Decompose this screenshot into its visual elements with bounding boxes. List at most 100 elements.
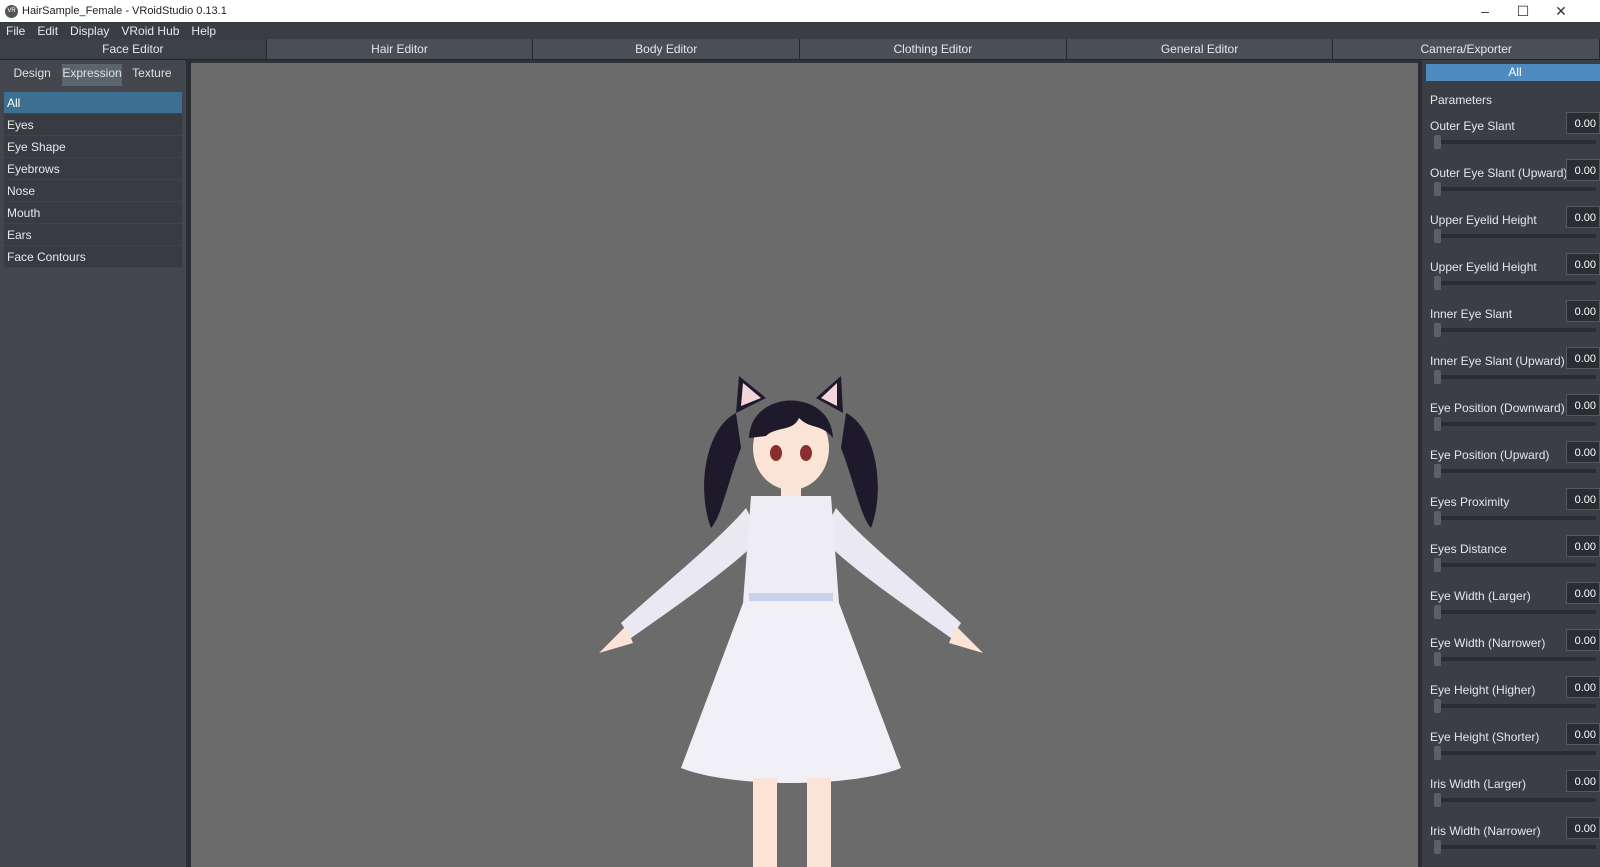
menu-display[interactable]: Display — [64, 24, 115, 38]
param-slider[interactable] — [1434, 417, 1596, 431]
category-list: All Eyes Eye Shape Eyebrows Nose Mouth Ears Fac… — [4, 92, 182, 268]
slider-thumb[interactable] — [1434, 323, 1441, 337]
slider-thumb[interactable] — [1434, 276, 1441, 290]
slider-thumb[interactable] — [1434, 135, 1441, 149]
param-row: Outer Eye Slant 0.00 — [1422, 109, 1600, 156]
menu-file[interactable]: File — [0, 24, 31, 38]
slider-thumb[interactable] — [1434, 558, 1441, 572]
param-slider[interactable] — [1434, 652, 1596, 666]
menu-vroid-hub[interactable]: VRoid Hub — [115, 24, 185, 38]
param-label: Iris Width (Larger) — [1430, 777, 1527, 791]
slider-thumb[interactable] — [1434, 605, 1441, 619]
category-eyes[interactable]: Eyes — [4, 114, 182, 136]
param-value-input[interactable]: 0.00 — [1566, 300, 1600, 322]
tab-clothing-editor[interactable]: Clothing Editor — [800, 39, 1066, 59]
slider-thumb[interactable] — [1434, 370, 1441, 384]
slider-thumb[interactable] — [1434, 417, 1441, 431]
subtab-design[interactable]: Design — [4, 64, 60, 86]
right-panel: All Parameters Outer Eye Slant 0.00 Outer … — [1418, 60, 1600, 867]
param-value-input[interactable]: 0.00 — [1566, 347, 1600, 369]
param-value-input[interactable]: 0.00 — [1566, 441, 1600, 463]
minimize-icon[interactable]: – — [1466, 0, 1504, 22]
param-label: Eye Width (Narrower) — [1430, 636, 1546, 650]
subtab-texture[interactable]: Texture — [124, 64, 180, 86]
param-value-input[interactable]: 0.00 — [1566, 488, 1600, 510]
param-label: Upper Eyelid Height — [1430, 260, 1537, 274]
slider-thumb[interactable] — [1434, 652, 1441, 666]
param-value-input[interactable]: 0.00 — [1566, 817, 1600, 839]
param-slider[interactable] — [1434, 276, 1596, 290]
slider-thumb[interactable] — [1434, 793, 1441, 807]
maximize-icon[interactable]: ☐ — [1504, 0, 1542, 22]
param-row: Upper Eyelid Height 0.00 — [1422, 203, 1600, 250]
param-row: Eye Width (Narrower) 0.00 — [1422, 626, 1600, 673]
slider-thumb[interactable] — [1434, 182, 1441, 196]
menu-edit[interactable]: Edit — [31, 24, 64, 38]
tab-body-editor[interactable]: Body Editor — [533, 39, 800, 59]
param-slider[interactable] — [1434, 464, 1596, 478]
app-icon: VR — [5, 4, 18, 18]
param-value-input[interactable]: 0.00 — [1566, 253, 1600, 275]
param-label: Eye Position (Downward) — [1430, 401, 1565, 415]
param-label: Eyes Distance — [1430, 542, 1507, 556]
tab-camera-exporter[interactable]: Camera/Exporter — [1333, 39, 1600, 59]
slider-thumb[interactable] — [1434, 229, 1441, 243]
param-value-input[interactable]: 0.00 — [1566, 582, 1600, 604]
3d-viewport[interactable] — [191, 63, 1418, 867]
param-slider[interactable] — [1434, 793, 1596, 807]
editor-tabs: Face Editor Hair Editor Body Editor Clothin… — [0, 39, 1600, 60]
left-panel: Design Expression Texture All Eyes Eye Shape… — [0, 60, 186, 867]
tab-general-editor[interactable]: General Editor — [1066, 39, 1333, 59]
param-slider[interactable] — [1434, 370, 1596, 384]
filter-tab-all[interactable]: All — [1426, 64, 1600, 81]
slider-thumb[interactable] — [1434, 464, 1441, 478]
param-slider[interactable] — [1434, 605, 1596, 619]
subtab-expression[interactable]: Expression — [62, 64, 122, 86]
category-mouth[interactable]: Mouth — [4, 202, 182, 224]
category-all[interactable]: All — [4, 92, 182, 114]
param-label: Inner Eye Slant (Upward) — [1430, 354, 1565, 368]
param-slider[interactable] — [1434, 229, 1596, 243]
slider-thumb[interactable] — [1434, 699, 1441, 713]
slider-thumb[interactable] — [1434, 840, 1441, 854]
param-value-input[interactable]: 0.00 — [1566, 629, 1600, 651]
param-label: Inner Eye Slant — [1430, 307, 1513, 321]
param-value-input[interactable]: 0.00 — [1566, 112, 1600, 134]
param-slider[interactable] — [1434, 840, 1596, 854]
param-value-input[interactable]: 0.00 — [1566, 159, 1600, 181]
param-row: Eye Position (Upward) 0.00 — [1422, 438, 1600, 485]
close-icon[interactable]: ✕ — [1542, 0, 1580, 22]
param-label: Eye Height (Shorter) — [1430, 730, 1540, 744]
category-eye-shape[interactable]: Eye Shape — [4, 136, 182, 158]
category-eyebrows[interactable]: Eyebrows — [4, 158, 182, 180]
window-title: HairSample_Female - VRoidStudio 0.13.1 — [22, 5, 227, 17]
param-slider[interactable] — [1434, 182, 1596, 196]
param-label: Eye Position (Upward) — [1430, 448, 1550, 462]
param-value-input[interactable]: 0.00 — [1566, 723, 1600, 745]
category-nose[interactable]: Nose — [4, 180, 182, 202]
param-row: Outer Eye Slant (Upward) 0.00 — [1422, 156, 1600, 203]
param-slider[interactable] — [1434, 323, 1596, 337]
param-value-input[interactable]: 0.00 — [1566, 676, 1600, 698]
parameter-list: Outer Eye Slant 0.00 Outer Eye Slant (Upwa… — [1422, 109, 1600, 861]
param-value-input[interactable]: 0.00 — [1566, 535, 1600, 557]
param-slider[interactable] — [1434, 511, 1596, 525]
param-value-input[interactable]: 0.00 — [1566, 394, 1600, 416]
menu-help[interactable]: Help — [185, 24, 222, 38]
tab-hair-editor[interactable]: Hair Editor — [266, 39, 533, 59]
param-slider[interactable] — [1434, 699, 1596, 713]
param-row: Inner Eye Slant 0.00 — [1422, 297, 1600, 344]
slider-thumb[interactable] — [1434, 511, 1441, 525]
param-value-input[interactable]: 0.00 — [1566, 206, 1600, 228]
param-value-input[interactable]: 0.00 — [1566, 770, 1600, 792]
category-face-contours[interactable]: Face Contours — [4, 246, 182, 268]
param-slider[interactable] — [1434, 746, 1596, 760]
category-ears[interactable]: Ears — [4, 224, 182, 246]
param-row: Upper Eyelid Height 0.00 — [1422, 250, 1600, 297]
sub-tabs: Design Expression Texture — [0, 60, 186, 86]
param-slider[interactable] — [1434, 558, 1596, 572]
param-slider[interactable] — [1434, 135, 1596, 149]
param-label: Outer Eye Slant (Upward) — [1430, 166, 1568, 180]
slider-thumb[interactable] — [1434, 746, 1441, 760]
tab-face-editor[interactable]: Face Editor — [0, 39, 266, 59]
